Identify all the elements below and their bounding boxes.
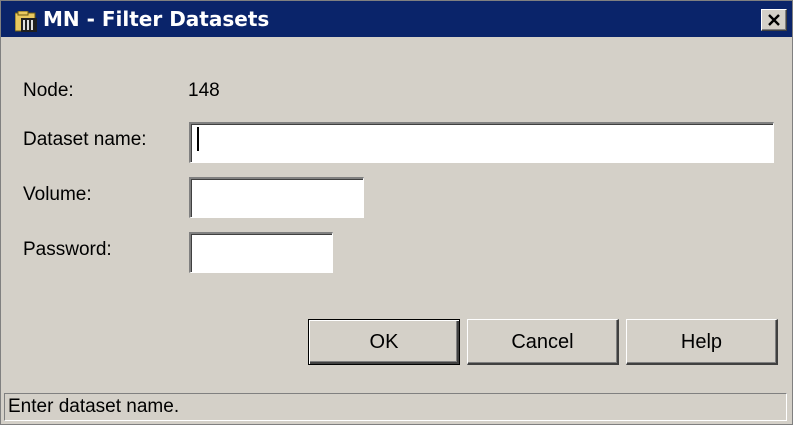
volume-label: Volume: xyxy=(23,184,92,205)
window-title: MN - Filter Datasets xyxy=(43,7,270,31)
password-input[interactable] xyxy=(189,232,333,273)
status-bar: Enter dataset name. xyxy=(1,389,792,424)
text-caret xyxy=(197,127,199,151)
filter-datasets-dialog: MN - Filter Datasets Node: 148 Dataset n… xyxy=(0,0,793,425)
close-icon xyxy=(768,14,780,26)
password-label: Password: xyxy=(23,239,112,260)
status-text: Enter dataset name. xyxy=(8,396,180,417)
volume-input[interactable] xyxy=(189,177,364,218)
node-label: Node: xyxy=(23,80,74,101)
ok-button[interactable]: OK xyxy=(308,319,460,365)
status-panel: Enter dataset name. xyxy=(4,393,787,421)
help-button[interactable]: Help xyxy=(626,319,778,365)
dataset-name-input[interactable] xyxy=(189,122,774,163)
cancel-button[interactable]: Cancel xyxy=(467,319,619,365)
node-value: 148 xyxy=(188,80,220,101)
dataset-name-label: Dataset name: xyxy=(23,129,147,150)
dataset-app-icon xyxy=(14,10,39,33)
close-button[interactable] xyxy=(761,9,787,31)
title-bar[interactable]: MN - Filter Datasets xyxy=(1,1,792,37)
